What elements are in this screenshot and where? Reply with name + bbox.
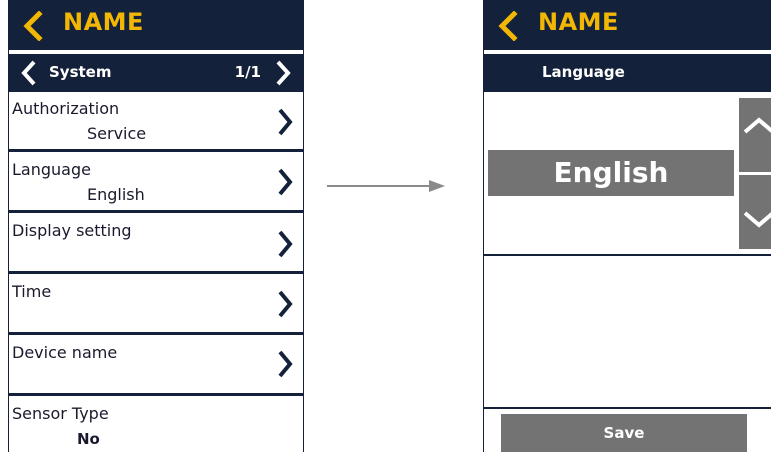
scroll-down-button[interactable] (739, 175, 771, 249)
menu-item-sensor-type[interactable]: Sensor Type No (9, 399, 303, 452)
page-title: NAME (63, 8, 144, 36)
chevron-right-icon (278, 290, 293, 318)
scroll-up-button[interactable] (739, 98, 771, 172)
chevron-left-icon[interactable] (21, 60, 37, 86)
back-chevron-icon[interactable] (496, 11, 520, 41)
save-button[interactable]: Save (501, 414, 747, 452)
chevron-right-icon (278, 168, 293, 196)
menu-item-label: Time (12, 282, 52, 301)
language-screen: NAME Language English Save (483, 0, 771, 452)
title-bar: NAME (9, 0, 303, 50)
menu-item-language[interactable]: Language English (9, 155, 303, 213)
page-title: NAME (538, 8, 619, 36)
chevron-right-icon (278, 230, 293, 258)
menu-item-value: Service (87, 124, 147, 143)
system-menu-screen: NAME System 1/1 Authorization Service La… (8, 0, 304, 452)
chevron-right-icon[interactable] (275, 60, 291, 86)
selected-language[interactable]: English (488, 150, 734, 196)
section-label: System (49, 63, 112, 81)
section-header: System 1/1 (9, 54, 303, 92)
menu-item-label: Sensor Type (12, 404, 109, 423)
chevron-right-icon (278, 108, 293, 136)
menu-item-time[interactable]: Time (9, 277, 303, 335)
page-indicator: 1/1 (234, 63, 261, 81)
menu-item-display-setting[interactable]: Display setting (9, 216, 303, 274)
menu-item-label: Device name (12, 343, 118, 362)
arrow-right-icon (327, 180, 445, 192)
title-bar: NAME (484, 0, 771, 50)
menu-item-value: No (77, 430, 100, 448)
menu-item-label: Display setting (12, 221, 132, 240)
section-header: Language (484, 54, 771, 92)
menu-item-label: Authorization (12, 99, 120, 118)
chevron-up-icon (743, 117, 771, 134)
divider (484, 407, 771, 409)
back-chevron-icon[interactable] (21, 11, 45, 41)
language-list: English (484, 96, 771, 256)
section-label: Language (542, 63, 625, 81)
chevron-right-icon (278, 350, 293, 378)
chevron-down-icon (743, 211, 771, 228)
menu-item-authorization[interactable]: Authorization Service (9, 94, 303, 152)
menu-item-device-name[interactable]: Device name (9, 338, 303, 396)
menu-item-value: English (87, 185, 145, 204)
menu-item-label: Language (12, 160, 91, 179)
